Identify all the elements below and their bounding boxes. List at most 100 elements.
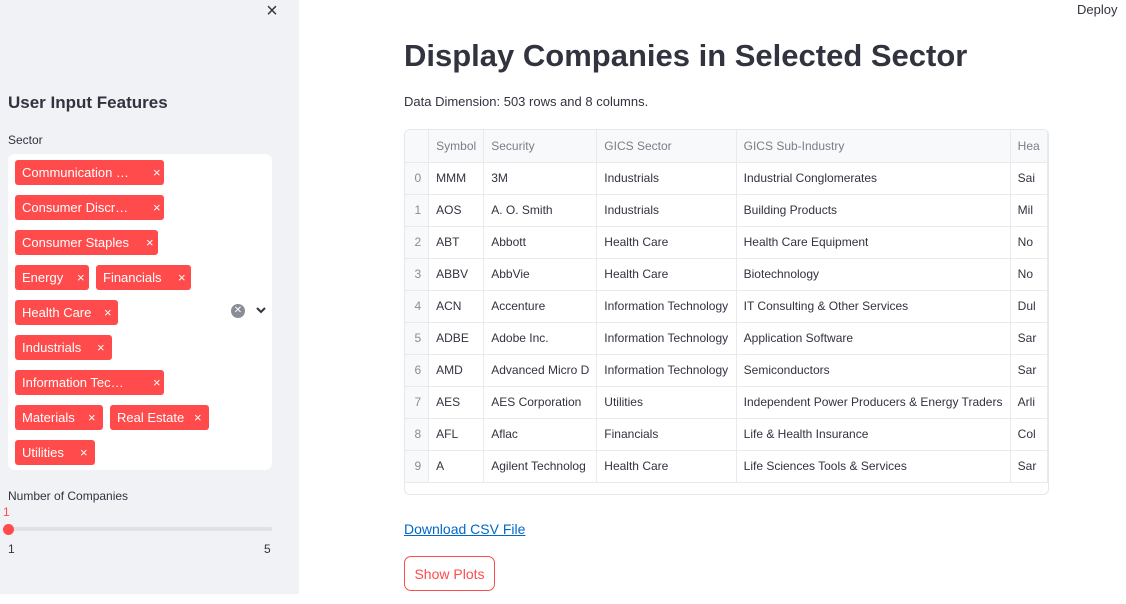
- slider-value: 1: [3, 505, 10, 519]
- column-header[interactable]: Security: [483, 130, 598, 163]
- sector-tag: Financials ×: [96, 265, 191, 290]
- table-cell: Semiconductors: [736, 354, 1011, 387]
- table-cell: Arli: [1010, 386, 1048, 419]
- clear-all-icon[interactable]: ✕: [231, 304, 245, 318]
- sector-tag-label: Real Estate: [117, 410, 185, 425]
- table-cell: 3M: [483, 162, 598, 195]
- row-index: 3: [405, 258, 430, 291]
- row-index: 9: [405, 450, 430, 483]
- sector-tag: Health Care ×: [15, 300, 118, 325]
- tag-remove-icon[interactable]: ×: [80, 440, 88, 465]
- slider-min-label: 1: [8, 542, 15, 556]
- sector-tag-label: Utilities: [22, 445, 64, 460]
- show-plots-button[interactable]: Show Plots: [404, 556, 495, 591]
- table-row[interactable]: 3 ABBV AbbVie Health Care Biotechnology No: [405, 258, 1048, 291]
- row-index: 1: [405, 194, 430, 227]
- tag-remove-icon[interactable]: ×: [104, 300, 112, 325]
- sector-tag: Communication … ×: [15, 160, 164, 185]
- table-cell: A. O. Smith: [483, 194, 598, 227]
- table-cell: Dul: [1010, 290, 1048, 323]
- row-index: 8: [405, 418, 430, 451]
- table-cell: Abbott: [483, 226, 598, 259]
- table-cell: Sar: [1010, 354, 1048, 387]
- table-cell: Advanced Micro D: [483, 354, 598, 387]
- table-cell: AMD: [428, 354, 485, 387]
- table-cell: Industrials: [596, 194, 737, 227]
- table-cell: Mil: [1010, 194, 1048, 227]
- data-dimension-text: Data Dimension: 503 rows and 8 columns.: [404, 94, 649, 109]
- sidebar: × User Input Features Sector Communicati…: [0, 0, 299, 594]
- table-cell: Utilities: [596, 386, 737, 419]
- tag-remove-icon[interactable]: ×: [146, 230, 154, 255]
- table-cell: AOS: [428, 194, 485, 227]
- table-cell: Health Care: [596, 450, 737, 483]
- column-header[interactable]: GICS Sub-Industry: [736, 130, 1011, 163]
- table-cell: Sai: [1010, 162, 1048, 195]
- table-row[interactable]: 1 AOS A. O. Smith Industrials Building Produ…: [405, 194, 1048, 227]
- row-index: 0: [405, 162, 430, 195]
- sector-tag-label: Financials: [103, 270, 162, 285]
- sector-tag: Energy ×: [15, 265, 89, 290]
- sector-tag-label: Health Care: [22, 305, 92, 320]
- column-header[interactable]: Hea: [1010, 130, 1048, 163]
- table-cell: ACN: [428, 290, 485, 323]
- sector-multiselect[interactable]: Communication … × Consumer Discr… × Cons…: [8, 154, 272, 470]
- column-header[interactable]: GICS Sector: [596, 130, 737, 163]
- table-cell: Sar: [1010, 450, 1048, 483]
- sector-tag: Industrials ×: [15, 335, 112, 360]
- tag-remove-icon[interactable]: ×: [153, 195, 161, 220]
- table-row[interactable]: 5 ADBE Adobe Inc. Information Technology App…: [405, 322, 1048, 355]
- close-sidebar-icon[interactable]: ×: [262, 0, 282, 22]
- sector-tag-label: Consumer Discr…: [22, 200, 129, 215]
- tag-remove-icon[interactable]: ×: [178, 265, 186, 290]
- slider-thumb[interactable]: [3, 524, 14, 535]
- sector-tag-label: Industrials: [22, 340, 82, 355]
- companies-table[interactable]: Symbol Security GICS Sector GICS Sub-Indust…: [404, 129, 1049, 495]
- table-cell: AFL: [428, 418, 485, 451]
- chevron-down-icon[interactable]: [254, 302, 268, 318]
- table-cell: Industrials: [596, 162, 737, 195]
- tag-remove-icon[interactable]: ×: [194, 405, 202, 430]
- table-cell: ABT: [428, 226, 485, 259]
- sector-tag: Consumer Staples ×: [15, 230, 158, 255]
- tag-remove-icon[interactable]: ×: [97, 335, 105, 360]
- sector-tag: Utilities ×: [15, 440, 95, 465]
- sector-label: Sector: [8, 133, 43, 147]
- tag-remove-icon[interactable]: ×: [88, 405, 96, 430]
- table-cell: ADBE: [428, 322, 485, 355]
- table-cell: Information Technology: [596, 354, 737, 387]
- table-cell: Industrial Conglomerates: [736, 162, 1011, 195]
- num-companies-label: Number of Companies: [8, 489, 129, 503]
- column-header[interactable]: Symbol: [428, 130, 485, 163]
- table-cell: Accenture: [483, 290, 598, 323]
- download-csv-link[interactable]: Download CSV File: [404, 521, 525, 537]
- table-cell: A: [428, 450, 485, 483]
- sector-tag-label: Information Tec…: [22, 375, 124, 390]
- sector-tag-label: Energy: [22, 270, 64, 285]
- table-row[interactable]: 8 AFL Aflac Financials Life & Health Insuran…: [405, 418, 1048, 451]
- index-header[interactable]: [405, 130, 430, 163]
- table-row[interactable]: 4 ACN Accenture Information Technology IT Co…: [405, 290, 1048, 323]
- table-cell: No: [1010, 226, 1048, 259]
- sector-tag: Real Estate ×: [110, 405, 209, 430]
- sidebar-title: User Input Features: [8, 93, 168, 112]
- table-cell: Independent Power Producers & Energy Tra…: [736, 386, 1011, 419]
- table-row[interactable]: 7 AES AES Corporation Utilities Independent …: [405, 386, 1048, 419]
- sector-tag-label: Consumer Staples: [22, 235, 129, 250]
- row-index: 2: [405, 226, 430, 259]
- tag-remove-icon[interactable]: ×: [153, 160, 161, 185]
- table-row[interactable]: 2 ABT Abbott Health Care Health Care Equipme…: [405, 226, 1048, 259]
- page-title: Display Companies in Selected Sector: [404, 38, 968, 73]
- deploy-button[interactable]: Deploy: [1077, 2, 1117, 17]
- table-row[interactable]: 6 AMD Advanced Micro D Information Technolo…: [405, 354, 1048, 387]
- table-cell: Sar: [1010, 322, 1048, 355]
- table-row[interactable]: 9 A Agilent Technolog Health Care Life Scien…: [405, 450, 1048, 483]
- table-row[interactable]: 0 MMM 3M Industrials Industrial Conglomerate…: [405, 162, 1048, 195]
- table-cell: Agilent Technolog: [483, 450, 598, 483]
- slider-track[interactable]: [8, 527, 272, 531]
- table-cell: Col: [1010, 418, 1048, 451]
- row-index: 4: [405, 290, 430, 323]
- row-index: 6: [405, 354, 430, 387]
- tag-remove-icon[interactable]: ×: [153, 370, 161, 395]
- tag-remove-icon[interactable]: ×: [77, 265, 85, 290]
